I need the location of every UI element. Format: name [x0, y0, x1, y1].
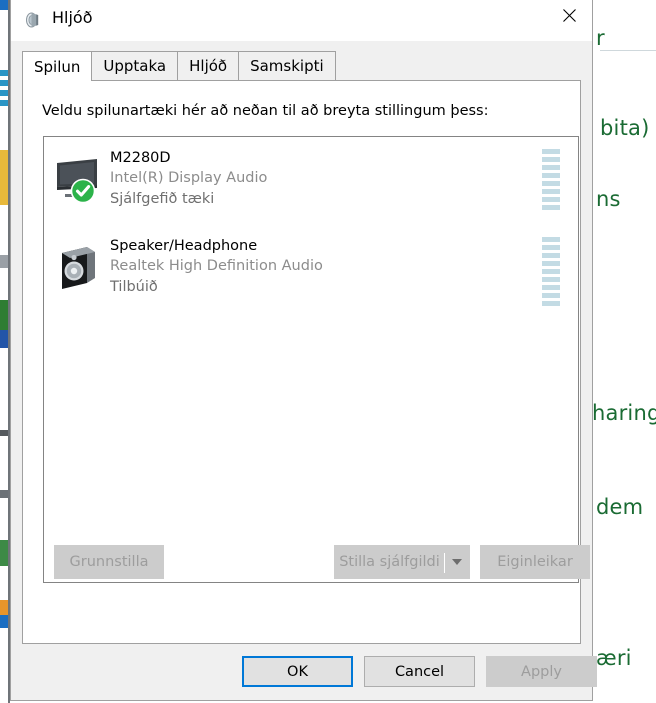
instruction-text: Veldu spilunartæki hér að neðan til að b… — [42, 103, 489, 119]
background-text-fragment: ns — [596, 187, 621, 211]
dialog-titlebar: Hljóð — [11, 0, 592, 41]
cancel-button[interactable]: Cancel — [364, 656, 475, 687]
tab-page-spilun: Veldu spilunartæki hér að neðan til að b… — [22, 81, 590, 644]
tab-upptaka[interactable]: Upptaka — [91, 51, 179, 80]
background-text-fragment: r — [596, 26, 605, 50]
background-text-fragment: haring — [592, 401, 656, 425]
tab-samskipti[interactable]: Samskipti — [238, 51, 336, 80]
background-rule — [600, 50, 656, 51]
device-driver: Intel(R) Display Audio — [110, 170, 268, 186]
cancel-button-label: Cancel — [394, 663, 445, 680]
tab-label: Hljóð — [189, 57, 228, 75]
table-row[interactable]: Speaker/Headphone Realtek High Definitio… — [44, 225, 578, 313]
ok-button[interactable]: OK — [242, 656, 353, 687]
tab-label: Spilun — [34, 57, 81, 76]
properties-button[interactable]: Eiginleikar — [480, 545, 590, 579]
device-info: M2280D Intel(R) Display Audio Sjálfgefið… — [110, 146, 267, 210]
sound-dialog: Hljóð Spilun Upptaka Hljóð Samskipti Vel… — [10, 0, 597, 701]
speaker-icon — [23, 10, 43, 30]
device-info: Speaker/Headphone Realtek High Definitio… — [110, 234, 323, 298]
speaker-box-icon — [44, 234, 110, 296]
configure-button[interactable]: Grunnstilla — [54, 545, 164, 579]
background-text-fragment: æri — [596, 646, 632, 670]
device-name: M2280D — [110, 150, 171, 166]
set-default-button[interactable]: Stilla sjálfgildi — [334, 545, 444, 579]
table-row[interactable]: M2280D Intel(R) Display Audio Sjálfgefið… — [44, 137, 578, 225]
properties-button-label: Eiginleikar — [497, 554, 573, 570]
apply-button-label: Apply — [521, 663, 562, 680]
tab-strip: Spilun Upptaka Hljóð Samskipti — [22, 51, 581, 81]
tab-label: Samskipti — [250, 57, 324, 75]
chevron-down-icon[interactable] — [444, 545, 470, 579]
caret-glyph — [452, 559, 462, 565]
device-name: Speaker/Headphone — [110, 238, 258, 254]
configure-button-label: Grunnstilla — [69, 554, 149, 570]
ok-button-label: OK — [287, 663, 308, 680]
volume-level-meter — [542, 149, 560, 213]
tab-label: Upptaka — [103, 57, 167, 75]
dialog-footer: OK Cancel Apply — [11, 644, 597, 700]
device-status: Tilbúið — [110, 279, 158, 295]
volume-level-meter — [542, 237, 560, 309]
tab-hljod[interactable]: Hljóð — [177, 51, 240, 80]
background-text-fragment: bita) — [600, 116, 650, 140]
dialog-title: Hljóð — [52, 8, 93, 27]
set-default-button-label: Stilla sjálfgildi — [339, 554, 440, 570]
background-text-fragment: dem — [596, 495, 644, 519]
device-status: Sjálfgefið tæki — [110, 191, 215, 207]
device-driver: Realtek High Definition Audio — [110, 258, 323, 274]
apply-button[interactable]: Apply — [486, 656, 597, 687]
monitor-icon — [44, 146, 110, 208]
close-icon[interactable] — [546, 0, 592, 31]
playback-device-list[interactable]: M2280D Intel(R) Display Audio Sjálfgefið… — [43, 136, 579, 583]
tab-spilun[interactable]: Spilun — [22, 51, 93, 81]
background-window-sliver — [0, 0, 8, 703]
